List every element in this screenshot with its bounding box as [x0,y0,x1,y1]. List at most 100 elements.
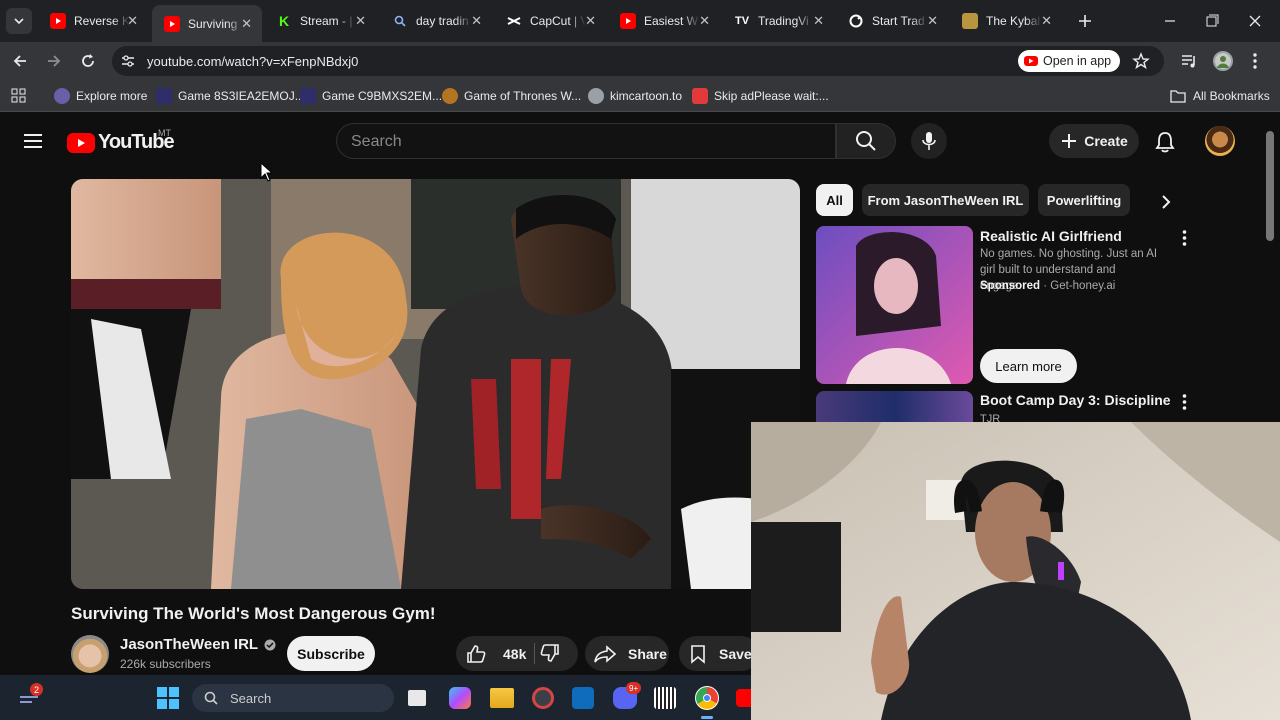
close-tab-icon[interactable]: ✕ [1041,13,1052,29]
video-frame [71,179,800,589]
capcut-icon [506,13,522,29]
chips-next-button[interactable] [1160,194,1172,210]
chip-powerlifting[interactable]: Powerlifting [1038,184,1130,216]
close-window-button[interactable] [1245,12,1265,30]
microphone-icon [922,132,936,150]
taskbar-search-box[interactable]: Search [192,684,394,712]
learn-more-button[interactable]: Learn more [980,349,1077,383]
close-tab-icon[interactable]: ✕ [127,13,138,29]
bookmark-item[interactable]: kimcartoon.to [588,86,682,106]
video-player[interactable] [71,179,800,589]
audio-app-icon[interactable] [654,687,676,709]
chrome-taskbar-icon[interactable] [695,686,719,710]
ad-thumbnail[interactable] [816,226,973,384]
browser-tab[interactable]: day tradin ✕ [380,5,492,37]
restore-button[interactable] [1202,12,1222,30]
back-button[interactable] [10,51,30,71]
search-input[interactable]: Search [351,133,402,151]
windows-start-button[interactable] [157,687,179,709]
bookmark-item[interactable]: Game of Thrones W... [442,86,581,106]
bookmark-favicon [300,88,316,104]
new-tab-button[interactable] [1074,10,1096,32]
task-view-icon[interactable] [408,690,426,706]
browser-tab[interactable]: Reverse K ✕ [38,5,148,37]
chip-from-channel[interactable]: From JasonTheWeen IRL [862,184,1029,216]
chip-all[interactable]: All [816,184,853,216]
youtube-icon [50,13,66,29]
dislike-button[interactable] [540,643,560,663]
youtube-taskbar-icon[interactable] [736,689,751,707]
close-tab-icon[interactable]: ✕ [585,13,596,29]
chevron-right-icon [1162,195,1171,209]
address-bar[interactable]: youtube.com/watch?v=xFenpNBdxj0 Open in … [112,46,1164,76]
browser-tab[interactable]: K Stream - | ✕ [264,5,376,37]
search-box[interactable]: Search [336,123,836,159]
tab-title: Stream - | [300,14,353,28]
tab-search-button[interactable] [6,8,32,34]
site-info-icon[interactable] [120,53,136,69]
account-avatar[interactable] [1205,126,1235,156]
close-tab-icon[interactable]: ✕ [927,13,938,29]
share-button[interactable]: Share [585,636,669,671]
browser-tab[interactable]: Start Trad ✕ [836,5,948,37]
forward-button[interactable] [44,51,64,71]
active-app-indicator [701,716,713,719]
close-tab-icon[interactable]: ✕ [699,13,710,29]
channel-avatar[interactable] [71,635,109,673]
bookmark-item[interactable]: Explore more [54,86,147,106]
bookmark-star-icon[interactable] [1132,52,1150,70]
reload-button[interactable] [78,51,98,71]
app-icon[interactable] [532,687,554,709]
recommended-video-title[interactable]: Boot Camp Day 3: Discipline [980,392,1171,408]
video-thumbnail[interactable] [816,391,973,423]
media-control-icon[interactable] [1180,52,1198,70]
channel-name-text: JasonTheWeen IRL [120,636,259,653]
browser-tab[interactable]: TV TradingVi ✕ [722,5,834,37]
webcam-overlay [751,422,1280,720]
browser-tab[interactable]: Easiest W ✕ [608,5,720,37]
like-button[interactable]: 48k [456,636,532,671]
like-count: 48k [503,645,527,662]
chrome-menu-icon[interactable] [1252,52,1258,70]
close-tab-icon[interactable]: ✕ [813,13,824,29]
subscribe-label: Subscribe [297,645,365,662]
bookmark-item[interactable]: Game C9BMXS2EM... [300,86,442,106]
notifications-button[interactable] [1155,131,1175,153]
browser-tab[interactable]: CapCut | V ✕ [494,5,606,37]
copilot-icon[interactable] [449,687,471,709]
ad-title[interactable]: Realistic AI Girlfriend [980,228,1122,244]
url-text[interactable]: youtube.com/watch?v=xFenpNBdxj0 [147,54,358,69]
profile-avatar[interactable] [1213,51,1233,71]
channel-name[interactable]: JasonTheWeen IRL [120,636,276,653]
bookmark-label: Skip adPlease wait:... [714,89,829,103]
bookmarks-bar: Explore more Game 8S3IEA2EMOJ... Game C9… [0,80,1280,112]
arrow-left-icon [13,55,26,67]
video-menu-icon[interactable] [1182,394,1187,410]
subscribe-button[interactable]: Subscribe [287,636,375,671]
create-button[interactable]: Create [1049,124,1139,158]
browser-tab-active[interactable]: Surviving ✕ [152,5,262,42]
outlook-icon[interactable] [572,687,594,709]
close-tab-icon[interactable]: ✕ [471,13,482,29]
hamburger-menu-icon[interactable] [24,133,42,149]
create-label: Create [1084,133,1128,149]
globe-icon [588,88,604,104]
voice-search-button[interactable] [911,123,947,159]
file-explorer-icon[interactable] [490,688,514,708]
open-in-app-button[interactable]: Open in app [1018,50,1120,72]
close-tab-icon[interactable]: ✕ [355,13,366,29]
tab-title: TradingVi [758,14,809,28]
all-bookmarks-button[interactable]: All Bookmarks [1170,86,1270,106]
browser-tab[interactable]: The Kybal ✕ [950,5,1062,37]
minimize-button[interactable] [1160,12,1180,30]
page-scrollbar[interactable] [1266,131,1274,241]
ad-menu-icon[interactable] [1182,230,1187,246]
video-title: Surviving The World's Most Dangerous Gym… [71,604,436,623]
tab-title: Easiest W [644,14,699,28]
bookmark-item[interactable]: Game 8S3IEA2EMOJ... [156,86,305,106]
search-button[interactable] [836,123,896,159]
bookmark-item[interactable]: Skip adPlease wait:... [692,86,829,106]
save-button[interactable]: Save [679,636,759,671]
apps-grid-icon[interactable] [11,88,26,103]
close-tab-icon[interactable]: ✕ [241,16,252,32]
